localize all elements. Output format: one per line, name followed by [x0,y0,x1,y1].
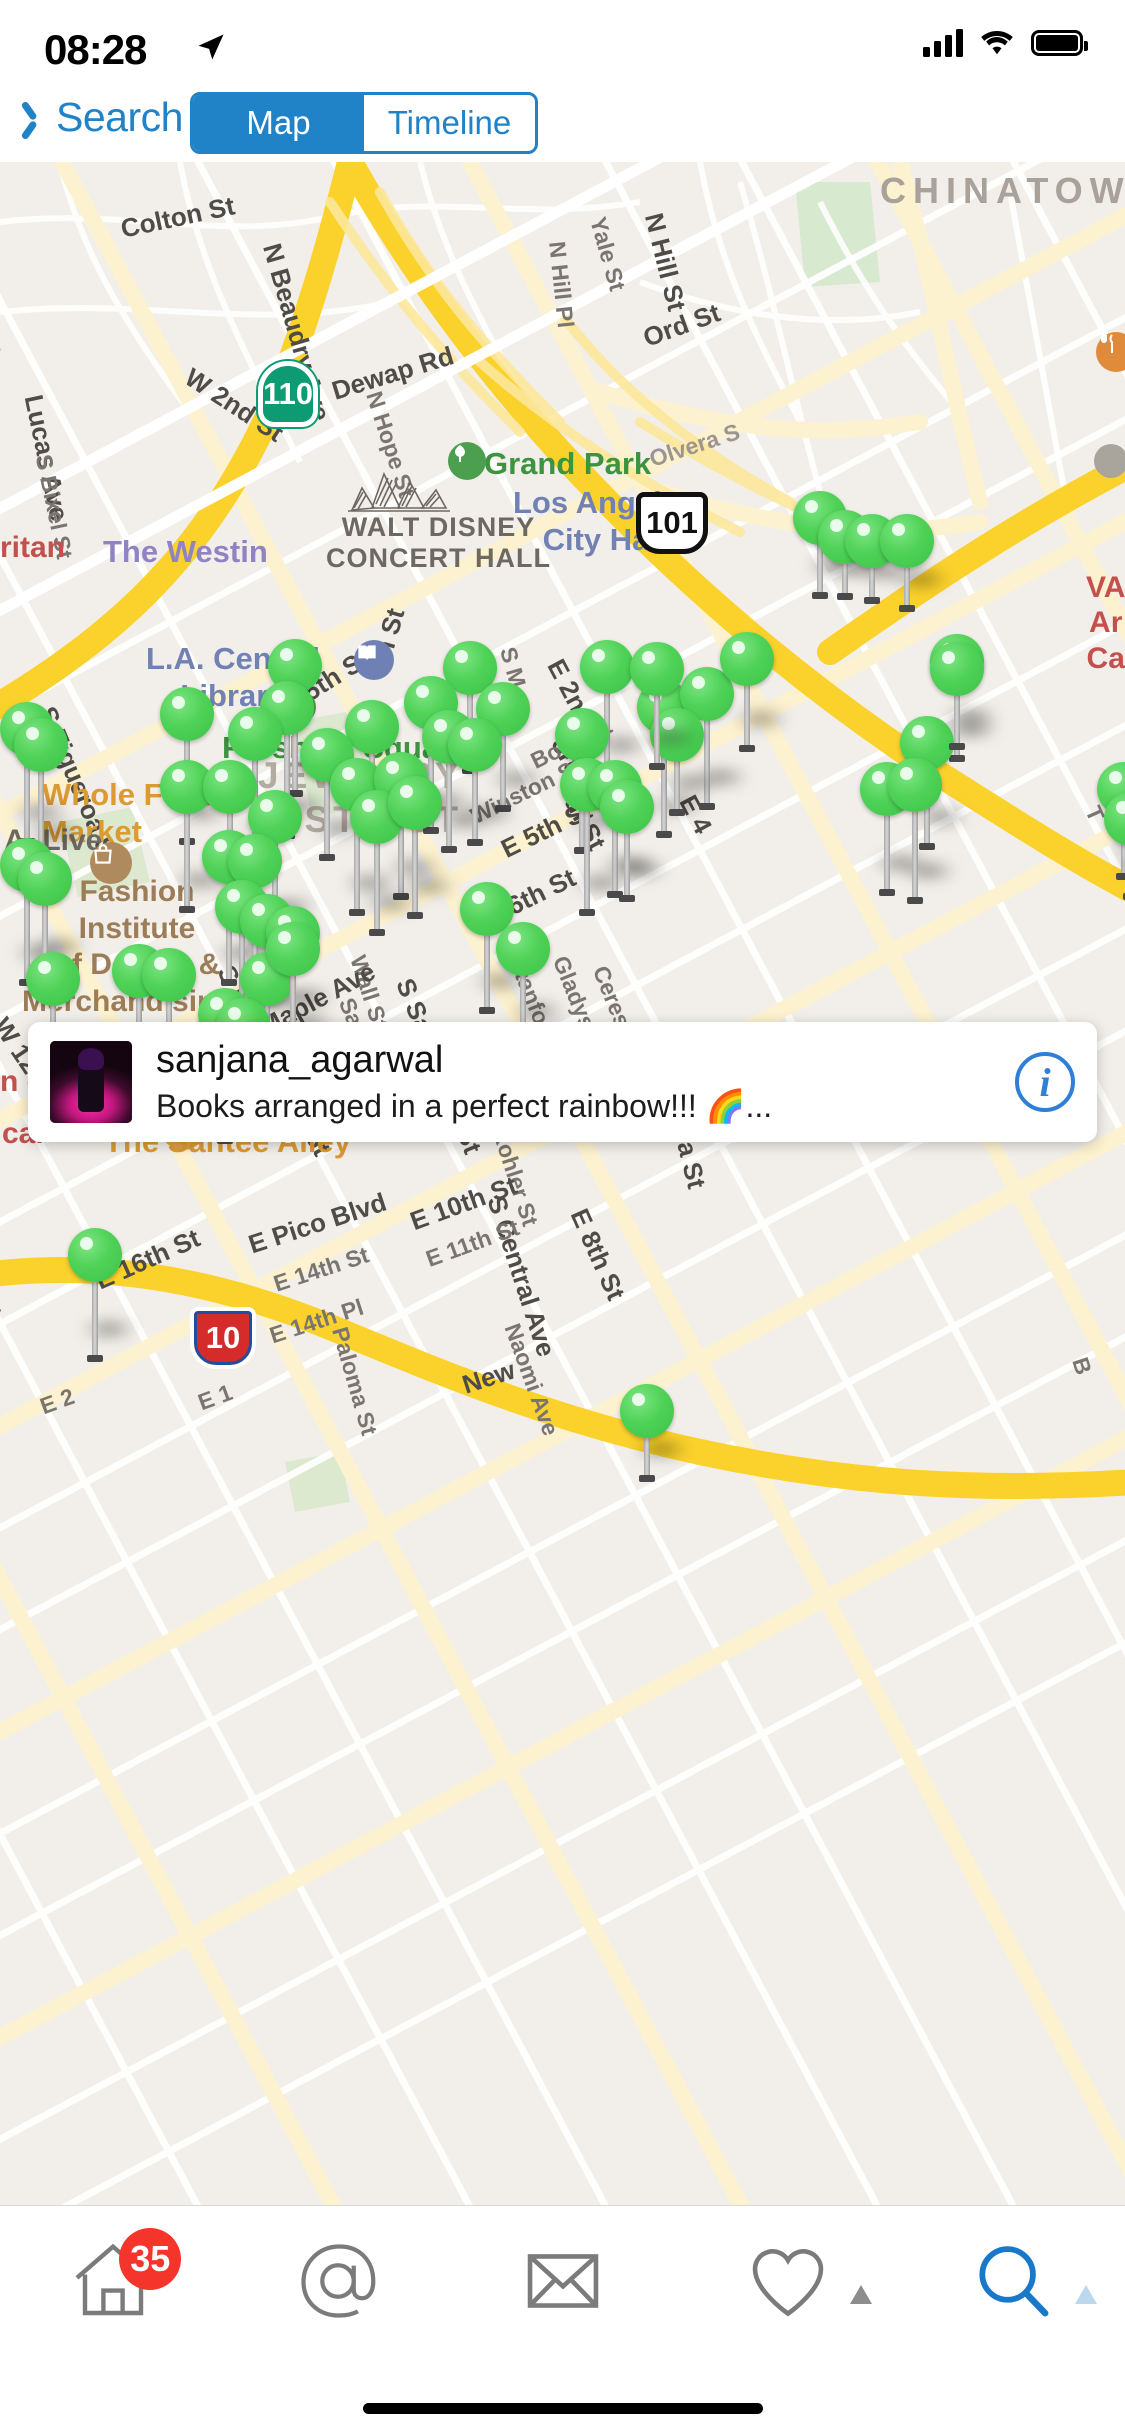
map-pin[interactable] [1104,792,1125,900]
tab-timeline[interactable]: Timeline [364,95,535,151]
map-pin[interactable] [880,514,950,612]
tab-activity[interactable] [675,2206,900,2356]
heart-icon [752,2249,823,2317]
map-pin[interactable] [26,952,96,1074]
navigation-bar: Search Map Timeline [0,90,1125,162]
tab-home[interactable]: 35 [0,2206,225,2356]
post-username[interactable]: sanjana_agarwal [156,1039,1015,1082]
concert-hall-icon [348,471,450,512]
view-mode-segmented-control[interactable]: Map Timeline [190,92,538,154]
map-pin[interactable] [600,780,670,902]
post-caption: Books arranged in a perfect rainbow!!! 🌈… [156,1087,773,1124]
post-thumbnail[interactable] [50,1041,132,1123]
status-indicators [923,28,1088,58]
map-pin[interactable] [142,948,212,1080]
highway-shield-101: 101 [636,492,708,554]
status-bar: 08:28 [0,0,1125,90]
map-vector-layer [0,162,1125,2205]
home-indicator [362,2403,763,2414]
map-pin[interactable] [720,632,790,752]
map-pin[interactable] [580,640,650,778]
shopping-bag-icon [90,842,132,884]
map-pin[interactable] [630,642,700,770]
bottom-tab-bar: 35 [0,2205,1125,2436]
tab-search[interactable] [900,2206,1125,2356]
tab-map[interactable]: Map [193,95,364,151]
back-button-label: Search [56,94,183,140]
cellular-signal-icon [923,29,963,57]
map-pin[interactable] [68,1228,138,1362]
wifi-icon [981,31,1013,55]
status-time: 08:28 [44,26,147,73]
map-pin[interactable] [18,852,88,980]
library-book-icon [354,640,394,680]
map-canvas[interactable]: CHINATOWN JEWELRYDISTRICT Colton St N Be… [0,162,1125,2205]
tab-mentions[interactable] [225,2206,450,2356]
at-mention-icon [300,2244,375,2318]
envelope-icon [527,2254,598,2308]
map-pin[interactable] [496,922,566,1044]
map-pin[interactable] [388,776,458,919]
search-icon [978,2246,1048,2317]
info-circle-icon[interactable]: i [1015,1052,1075,1112]
map-pin[interactable] [555,708,625,854]
highway-shield-110: 110 [258,361,318,427]
post-info-card[interactable]: sanjana_agarwal Books arranged in a perf… [28,1022,1097,1142]
map-pin[interactable] [620,1384,690,1482]
post-card-text: sanjana_agarwal Books arranged in a perf… [156,1039,1015,1125]
back-button[interactable]: Search [28,94,183,141]
map-pin[interactable] [160,687,230,845]
battery-full-icon [1031,30,1088,56]
activity-indicator-icon [850,2285,872,2304]
map-pin[interactable] [14,718,84,866]
map-pin[interactable] [266,922,336,1056]
transit-icon [1094,444,1125,478]
map-pin[interactable] [448,718,518,846]
tab-messages[interactable] [450,2206,675,2356]
search-indicator-icon [1075,2285,1097,2304]
highway-shield-10: 10 [190,1307,256,1369]
map-pin[interactable] [888,758,958,904]
home-badge: 35 [119,2228,182,2290]
location-arrow-icon [198,34,224,60]
chevron-left-icon [28,101,50,135]
map-pin[interactable] [930,642,1000,750]
map-pin[interactable] [228,707,298,860]
